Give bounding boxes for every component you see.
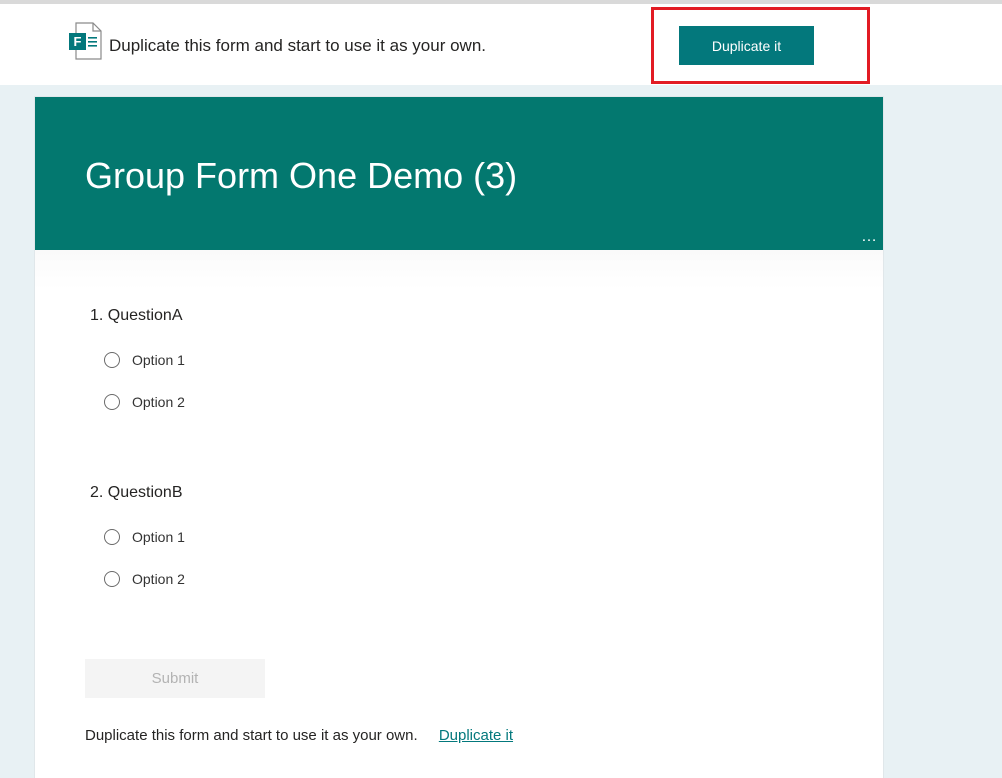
form-card: Group Form One Demo (3) … 1. QuestionA O… (34, 96, 884, 778)
question-a-option-1[interactable]: Option 1 (104, 349, 185, 371)
form-title: Group Form One Demo (3) (85, 155, 518, 196)
svg-text:F: F (74, 34, 82, 49)
option-label: Option 1 (132, 352, 185, 368)
question-b-option-1[interactable]: Option 1 (104, 526, 185, 548)
radio-button-icon[interactable] (104, 352, 120, 368)
more-options-icon[interactable]: … (861, 229, 878, 245)
question-title: 2. QuestionB (90, 484, 183, 501)
option-label: Option 2 (132, 571, 185, 587)
question-a-option-2[interactable]: Option 2 (104, 391, 185, 413)
forms-logo-icon: F (69, 22, 102, 60)
form-header: Group Form One Demo (3) … (35, 97, 883, 250)
header-shadow (35, 250, 883, 290)
radio-button-icon[interactable] (104, 529, 120, 545)
duplicate-it-link[interactable]: Duplicate it (439, 727, 513, 744)
question-a: 1. QuestionA Option 1 Option 2 (90, 307, 185, 410)
question-b-option-2[interactable]: Option 2 (104, 568, 185, 590)
submit-button[interactable]: Submit (85, 659, 265, 698)
footer-text: Duplicate this form and start to use it … (85, 727, 418, 744)
duplicate-it-button[interactable]: Duplicate it (679, 26, 814, 65)
question-b: 2. QuestionB Option 1 Option 2 (90, 484, 185, 587)
radio-button-icon[interactable] (104, 394, 120, 410)
radio-button-icon[interactable] (104, 571, 120, 587)
footer: Duplicate this form and start to use it … (85, 727, 513, 744)
banner-text: Duplicate this form and start to use it … (109, 36, 487, 55)
duplicate-banner: F Duplicate this form and start to use i… (0, 4, 1002, 85)
question-title: 1. QuestionA (90, 307, 183, 324)
option-label: Option 2 (132, 394, 185, 410)
option-label: Option 1 (132, 529, 185, 545)
